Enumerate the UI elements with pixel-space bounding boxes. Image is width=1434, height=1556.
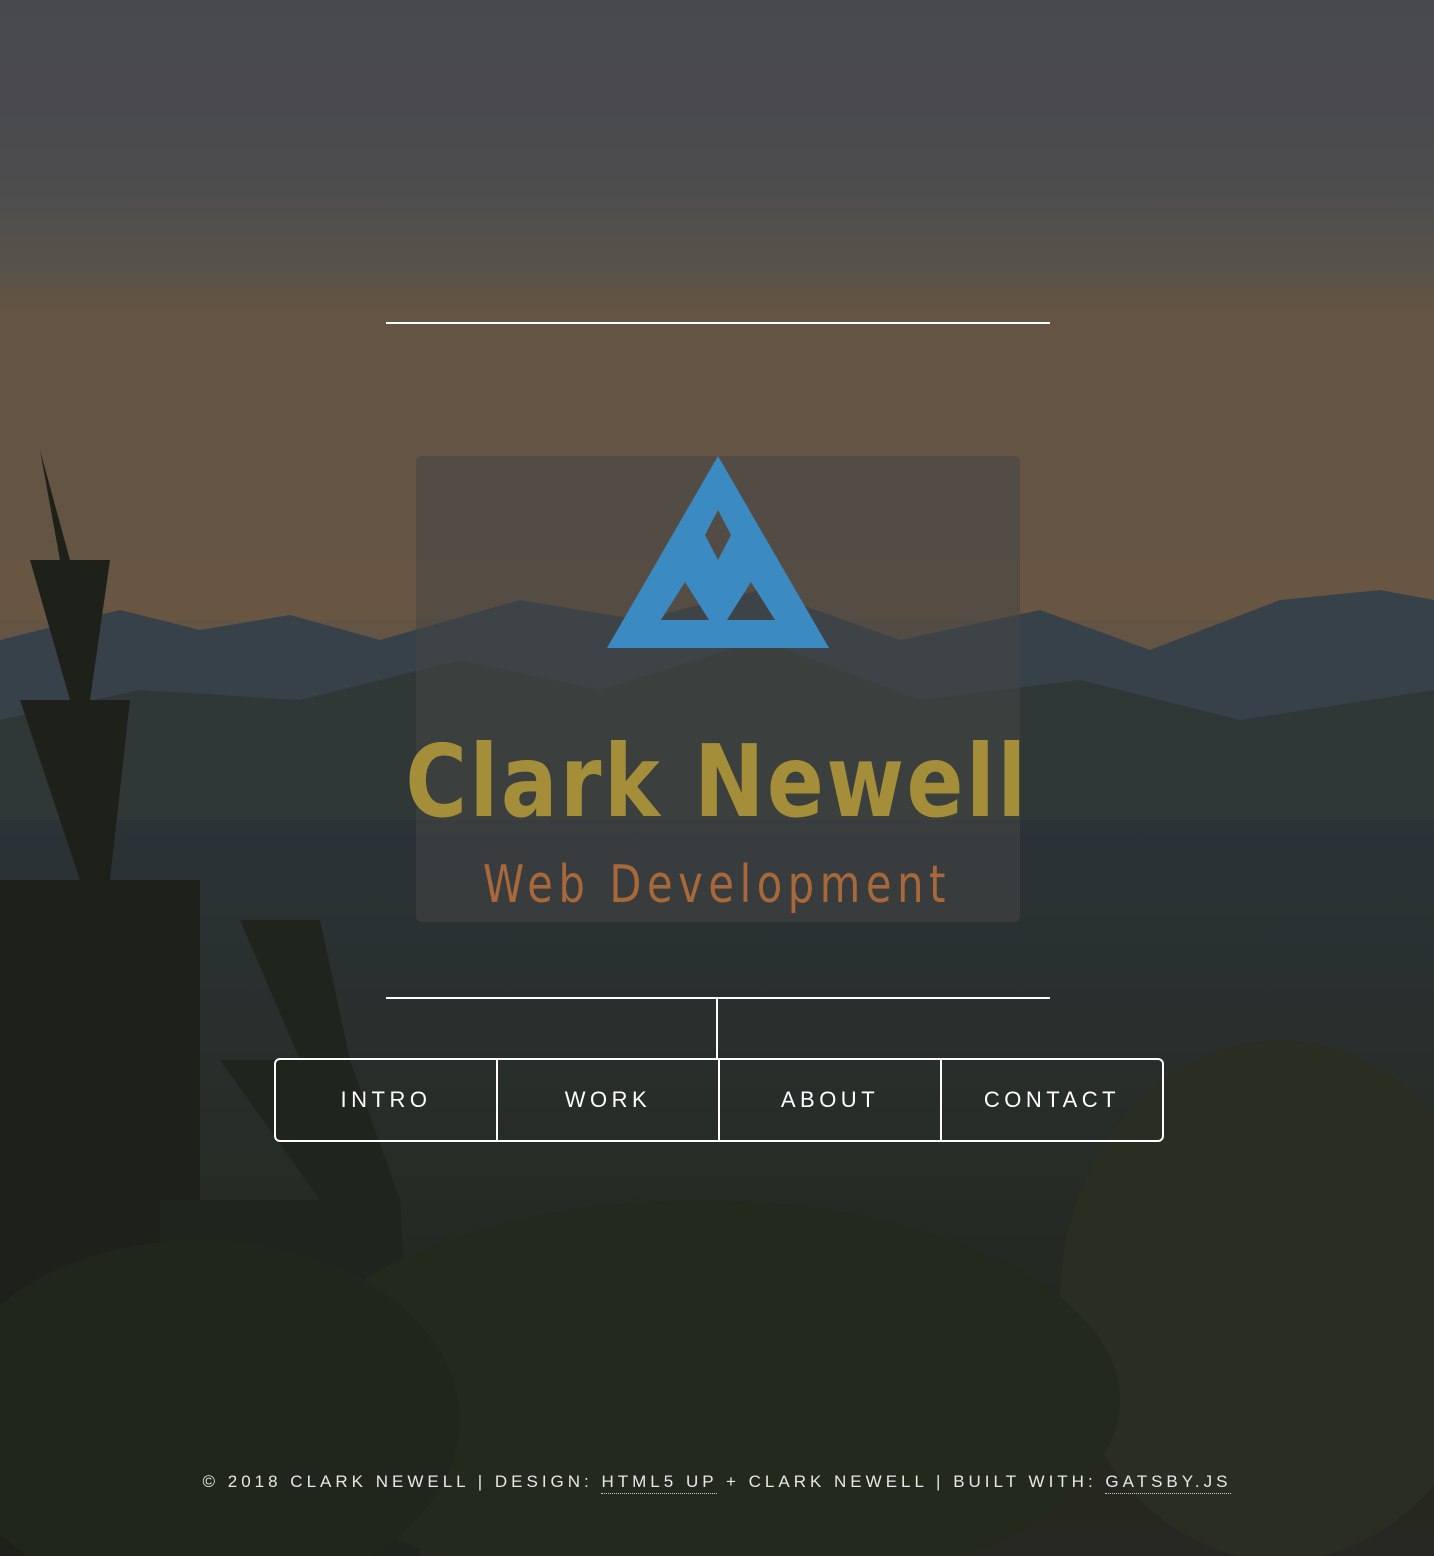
nav-item-about[interactable]: ABOUT bbox=[718, 1060, 940, 1140]
header-bottom-divider bbox=[386, 997, 1050, 999]
footer-copyright: © 2018 CLARK NEWELL bbox=[202, 1472, 469, 1491]
nav-item-work[interactable]: WORK bbox=[496, 1060, 718, 1140]
nav-connector-line bbox=[716, 998, 718, 1059]
footer-separator-2: | bbox=[927, 1472, 954, 1491]
footer-design-joiner: + bbox=[717, 1472, 749, 1491]
nav-item-contact[interactable]: CONTACT bbox=[940, 1060, 1162, 1140]
mountain-triangle-logo-icon bbox=[607, 456, 829, 648]
footer-html5up-link[interactable]: HTML5 UP bbox=[601, 1472, 718, 1494]
nav-item-intro[interactable]: INTRO bbox=[276, 1060, 496, 1140]
site-subtitle: Web Development bbox=[483, 855, 951, 915]
footer-built-prefix: BUILT WITH: bbox=[953, 1472, 1106, 1491]
site-title: Clark Newell bbox=[405, 723, 1029, 840]
footer-gatsby-link[interactable]: GATSBY.JS bbox=[1105, 1472, 1232, 1494]
header-top-divider bbox=[386, 322, 1050, 324]
main-nav: INTRO WORK ABOUT CONTACT bbox=[274, 1058, 1164, 1142]
footer-separator: | bbox=[468, 1472, 495, 1491]
footer-design-author: CLARK NEWELL bbox=[748, 1472, 928, 1491]
footer: © 2018 CLARK NEWELL | DESIGN: HTML5 UP +… bbox=[0, 1472, 1434, 1494]
footer-design-prefix: DESIGN: bbox=[494, 1472, 602, 1491]
